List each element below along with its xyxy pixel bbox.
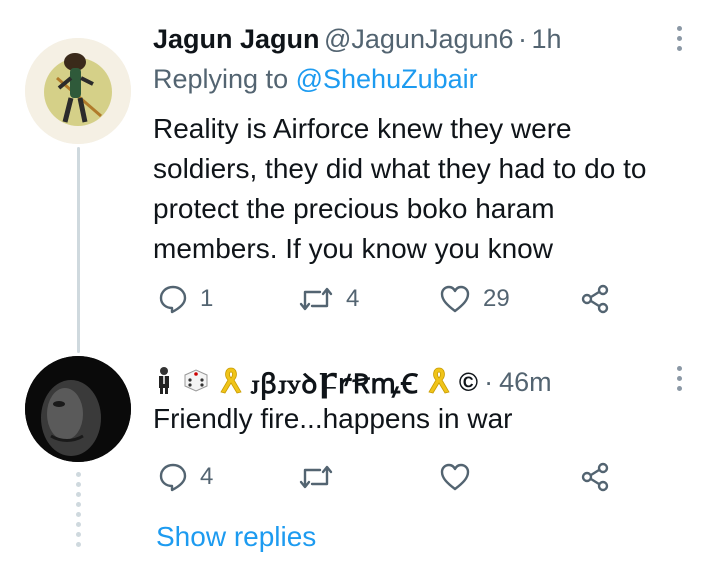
mention-link[interactable]: @ShehuZubair xyxy=(296,64,478,94)
share-icon xyxy=(580,284,610,314)
tweet2-header: ꭻꞵꭻꭹꝺꝻꝵꞦꝳꞒ © · 46m xyxy=(153,364,552,401)
like-button[interactable] xyxy=(439,462,471,492)
like-button[interactable]: 29 xyxy=(439,284,510,314)
dice-icon xyxy=(181,366,211,399)
more-vertical-icon[interactable] xyxy=(677,366,683,396)
avatar[interactable] xyxy=(25,38,131,144)
retweet-button[interactable]: 4 xyxy=(298,284,359,314)
display-name[interactable]: Jagun Jagun xyxy=(153,24,320,54)
retweet-icon xyxy=(298,284,334,314)
warrior-avatar-image xyxy=(25,38,131,144)
display-name[interactable]: ꭻꞵꭻꭹꝺꝻꝵꞦꝳꞒ xyxy=(251,364,419,401)
reply-icon xyxy=(158,462,188,492)
tweet-body-line: Reality is Airforce knew they were xyxy=(153,113,572,144)
timestamp[interactable]: 46m xyxy=(499,367,552,398)
avatar[interactable] xyxy=(25,356,131,462)
retweet-icon xyxy=(298,462,334,492)
like-count: 29 xyxy=(483,285,510,312)
timestamp[interactable]: 1h xyxy=(531,24,561,54)
thread-dots xyxy=(74,472,82,552)
yellow-ribbon-icon xyxy=(217,365,245,400)
thread-line xyxy=(77,147,80,353)
more-vertical-icon[interactable] xyxy=(677,26,683,56)
reply-count: 4 xyxy=(200,463,214,490)
person-avatar-image xyxy=(25,356,131,462)
reply-button[interactable]: 1 xyxy=(158,284,213,314)
tweet1-header: Jagun Jagun @JagunJagun6 · 1h xyxy=(153,24,562,55)
yellow-ribbon-icon xyxy=(425,365,453,400)
retweet-count: 4 xyxy=(346,285,360,312)
heart-icon xyxy=(439,284,471,314)
show-replies-link[interactable]: Show replies xyxy=(156,521,316,553)
heart-icon xyxy=(439,462,471,492)
tweet-body-line: members. If you know you know xyxy=(153,233,553,264)
man-in-suit-icon xyxy=(153,366,175,399)
separator: · xyxy=(484,367,494,397)
tweet-body-line: soldiers, they did what they had to do t… xyxy=(153,153,647,184)
separator: · xyxy=(518,24,527,54)
tweet-body-line: protect the precious boko haram xyxy=(153,193,555,224)
reply-count: 1 xyxy=(200,285,214,312)
tweet-body: Friendly fire...happens in war xyxy=(153,403,513,434)
retweet-button[interactable] xyxy=(298,462,334,492)
share-button[interactable] xyxy=(580,462,610,492)
share-button[interactable] xyxy=(580,284,610,314)
replying-prefix: Replying to xyxy=(153,64,289,94)
reply-icon xyxy=(158,284,188,314)
copyright-symbol: © xyxy=(458,367,479,397)
handle[interactable]: @JagunJagun6 xyxy=(324,24,514,54)
reply-button[interactable]: 4 xyxy=(158,462,213,492)
replying-to: Replying to @ShehuZubair xyxy=(153,64,478,95)
share-icon xyxy=(580,462,610,492)
tweet-body: Reality is Airforce knew they were soldi… xyxy=(153,109,646,269)
